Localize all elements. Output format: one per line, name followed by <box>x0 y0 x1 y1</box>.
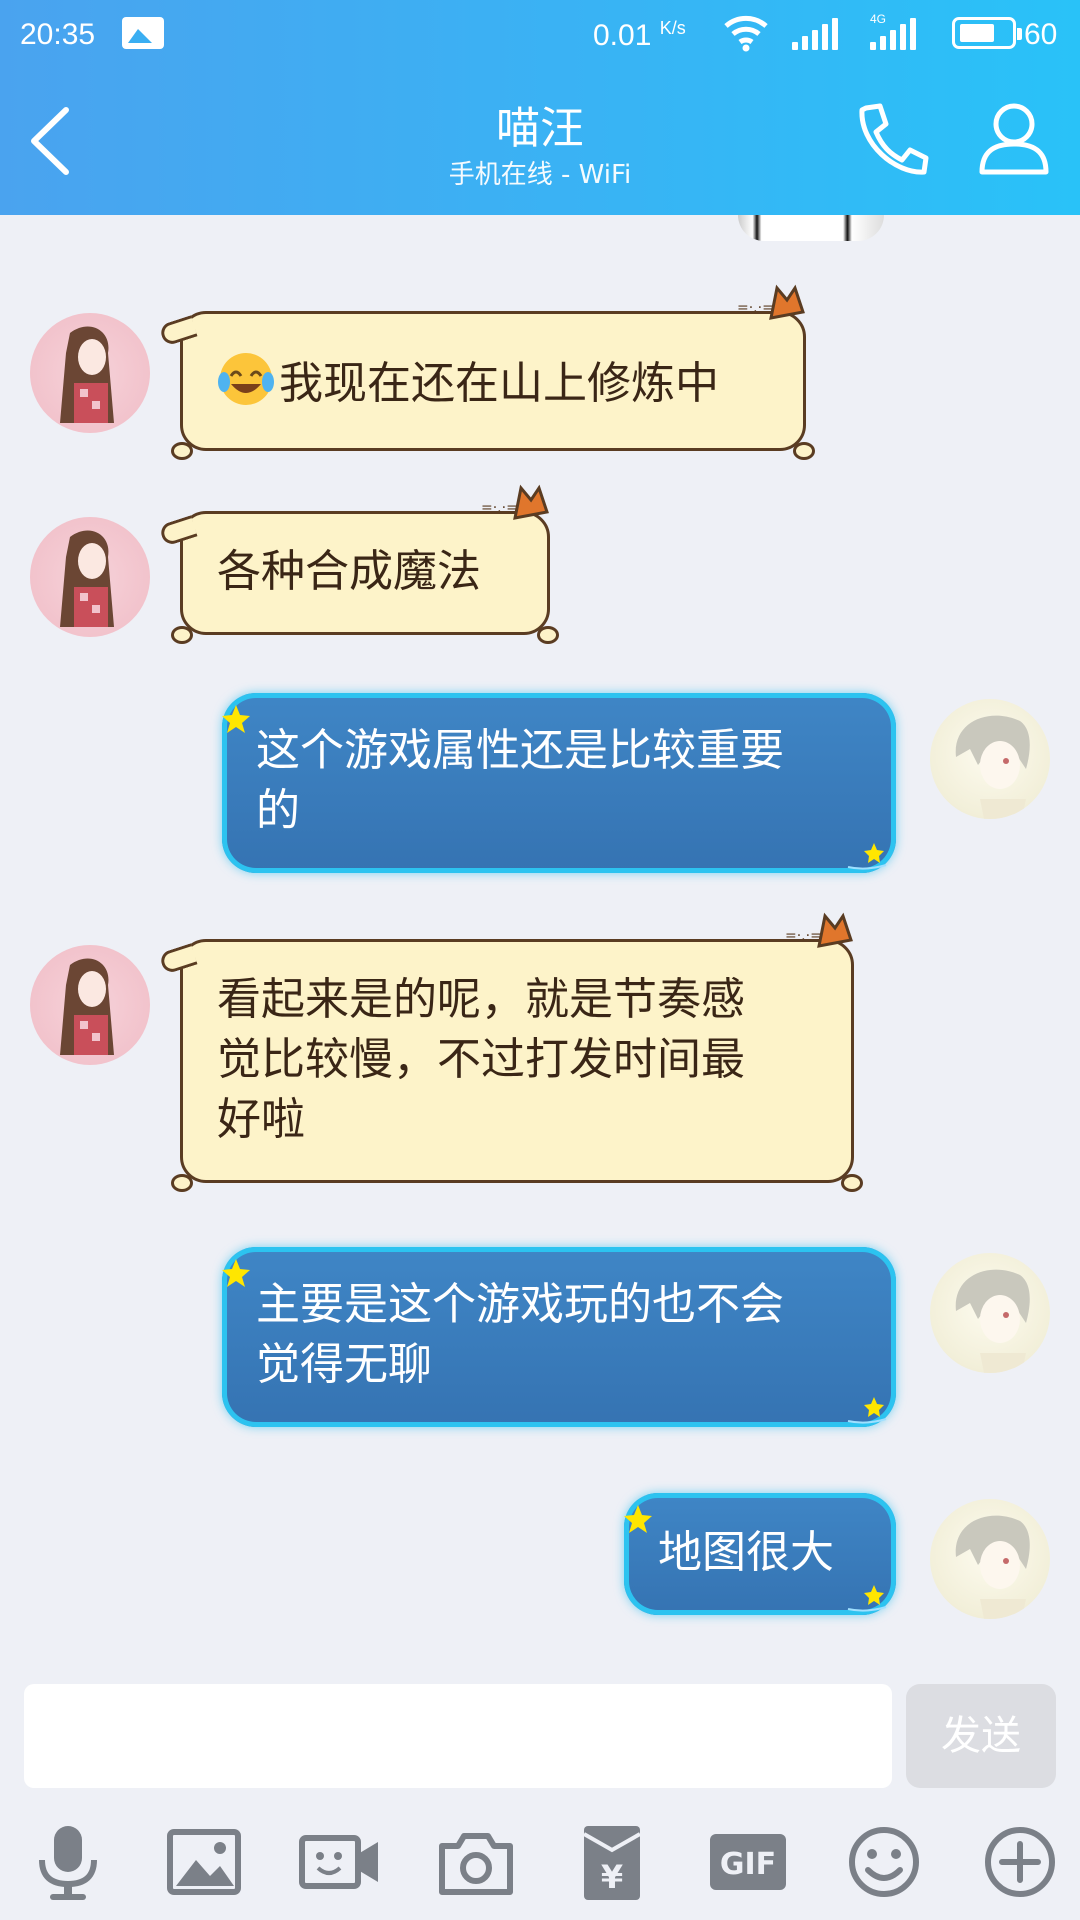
yen-label: ¥ <box>601 1858 623 1896</box>
my-avatar[interactable] <box>930 1253 1050 1373</box>
boy-avatar-icon <box>955 1515 1030 1619</box>
svg-text:=·.·=: =·.·= <box>481 500 518 516</box>
message-bubble-outgoing[interactable]: 地图很大 <box>624 1493 896 1615</box>
gif-icon: GIF <box>710 1834 786 1890</box>
more-button[interactable] <box>978 1820 1062 1904</box>
video-call-button[interactable] <box>298 1820 382 1904</box>
input-toolbar: ¥ GIF <box>0 1820 1080 1920</box>
message-bubble-outgoing[interactable]: 主要是这个游戏玩的也不会 觉得无聊 <box>222 1247 896 1427</box>
message-bubble-incoming[interactable]: =·.·= 各种合成魔法 <box>158 484 559 644</box>
gif-label: GIF <box>720 1847 776 1882</box>
emoji-icon <box>849 1827 919 1897</box>
girl-avatar-icon <box>60 958 114 1055</box>
gallery-notification-icon <box>122 17 164 49</box>
star-decoration-icon <box>847 843 887 870</box>
boy-avatar-icon <box>955 715 1030 819</box>
message-line: 觉得无聊 <box>256 1339 432 1390</box>
image-icon <box>167 1829 241 1895</box>
message-line: 看起来是的呢，就是节奏感 <box>217 974 745 1025</box>
message-line: 主要是这个游戏玩的也不会 <box>256 1279 784 1330</box>
profile-button[interactable] <box>976 100 1052 176</box>
microphone-icon <box>39 1826 97 1900</box>
cat-decoration-icon: =·.·= <box>737 284 805 320</box>
star-decoration-icon <box>222 1259 250 1287</box>
chat-message-list[interactable]: =·.·= 我现在还在山上修炼中 =·.·= 各种合成魔法 这个游戏属性还是比较… <box>0 215 1080 1675</box>
status-time: 20:35 <box>20 18 96 51</box>
message-input[interactable] <box>24 1684 892 1788</box>
network-speed: 0.01 K/s <box>593 18 686 53</box>
message-line: 好啦 <box>217 1094 305 1145</box>
star-decoration-icon <box>847 1397 887 1424</box>
camera-icon <box>439 1833 513 1895</box>
red-packet-button[interactable]: ¥ <box>570 1820 654 1904</box>
svg-text:=·.·=: =·.·= <box>785 928 822 944</box>
status-bar: 20:35 0.01 K/s 4G 60 <box>0 0 1080 72</box>
cat-decoration-icon: =·.·= <box>785 912 853 948</box>
star-decoration-icon <box>847 1585 887 1612</box>
my-avatar[interactable] <box>930 699 1050 819</box>
message-bubble-outgoing[interactable]: 这个游戏属性还是比较重要 的 <box>222 693 896 873</box>
red-packet-icon: ¥ <box>583 1826 641 1900</box>
plus-icon <box>985 1827 1055 1897</box>
photo-button[interactable] <box>162 1820 246 1904</box>
camera-button[interactable] <box>434 1820 518 1904</box>
signal-strength-4g-icon <box>870 18 926 50</box>
composer: 发送 ¥ GIF <box>0 1660 1080 1920</box>
message-line: 的 <box>256 785 300 836</box>
message-bubble-incoming[interactable]: =·.·= 我现在还在山上修炼中 <box>158 284 815 460</box>
message-line: 这个游戏属性还是比较重要 <box>256 725 784 776</box>
emoji-button[interactable] <box>842 1820 926 1904</box>
header-bar: 20:35 0.01 K/s 4G 60 喵汪 手机在线 - WiFi <box>0 0 1080 215</box>
contact-avatar[interactable] <box>30 945 150 1065</box>
message-text: 我现在还在山上修炼中 <box>217 314 769 414</box>
wifi-icon <box>724 15 768 52</box>
message-text: 各种合成魔法 <box>217 546 481 597</box>
star-decoration-icon <box>222 705 250 733</box>
message-line: 觉比较慢，不过打发时间最 <box>217 1034 745 1085</box>
boy-avatar-icon <box>955 1269 1030 1373</box>
speed-value: 0.01 <box>593 19 652 52</box>
svg-text:=·.·=: =·.·= <box>737 300 774 316</box>
message-text: 看起来是的呢，就是节奏感 觉比较慢，不过打发时间最 好啦 <box>217 942 817 1150</box>
speed-unit: K/s <box>659 18 686 38</box>
battery-icon <box>952 17 1022 49</box>
microphone-button[interactable] <box>26 1820 110 1904</box>
message-text-content: 我现在还在山上修炼中 <box>279 358 719 409</box>
message-text: 地图很大 <box>658 1527 834 1578</box>
video-call-icon <box>299 1835 378 1889</box>
girl-avatar-icon <box>60 326 114 423</box>
cat-decoration-icon: =·.·= <box>481 484 549 520</box>
previous-image-message[interactable] <box>738 215 884 241</box>
battery-level: 60 <box>1024 18 1058 51</box>
star-decoration-icon <box>624 1505 652 1533</box>
gif-button[interactable]: GIF <box>706 1820 790 1904</box>
contact-avatar[interactable] <box>30 313 150 433</box>
send-button[interactable]: 发送 <box>906 1684 1056 1788</box>
signal-strength-icon <box>792 18 848 50</box>
girl-avatar-icon <box>60 530 114 627</box>
message-bubble-incoming[interactable]: =·.·= 看起来是的呢，就是节奏感 觉比较慢，不过打发时间最 好啦 <box>158 912 863 1192</box>
tears-of-joy-emoji-icon <box>218 353 274 405</box>
my-avatar[interactable] <box>930 1499 1050 1619</box>
contact-avatar[interactable] <box>30 517 150 637</box>
phone-call-button[interactable] <box>852 100 930 180</box>
